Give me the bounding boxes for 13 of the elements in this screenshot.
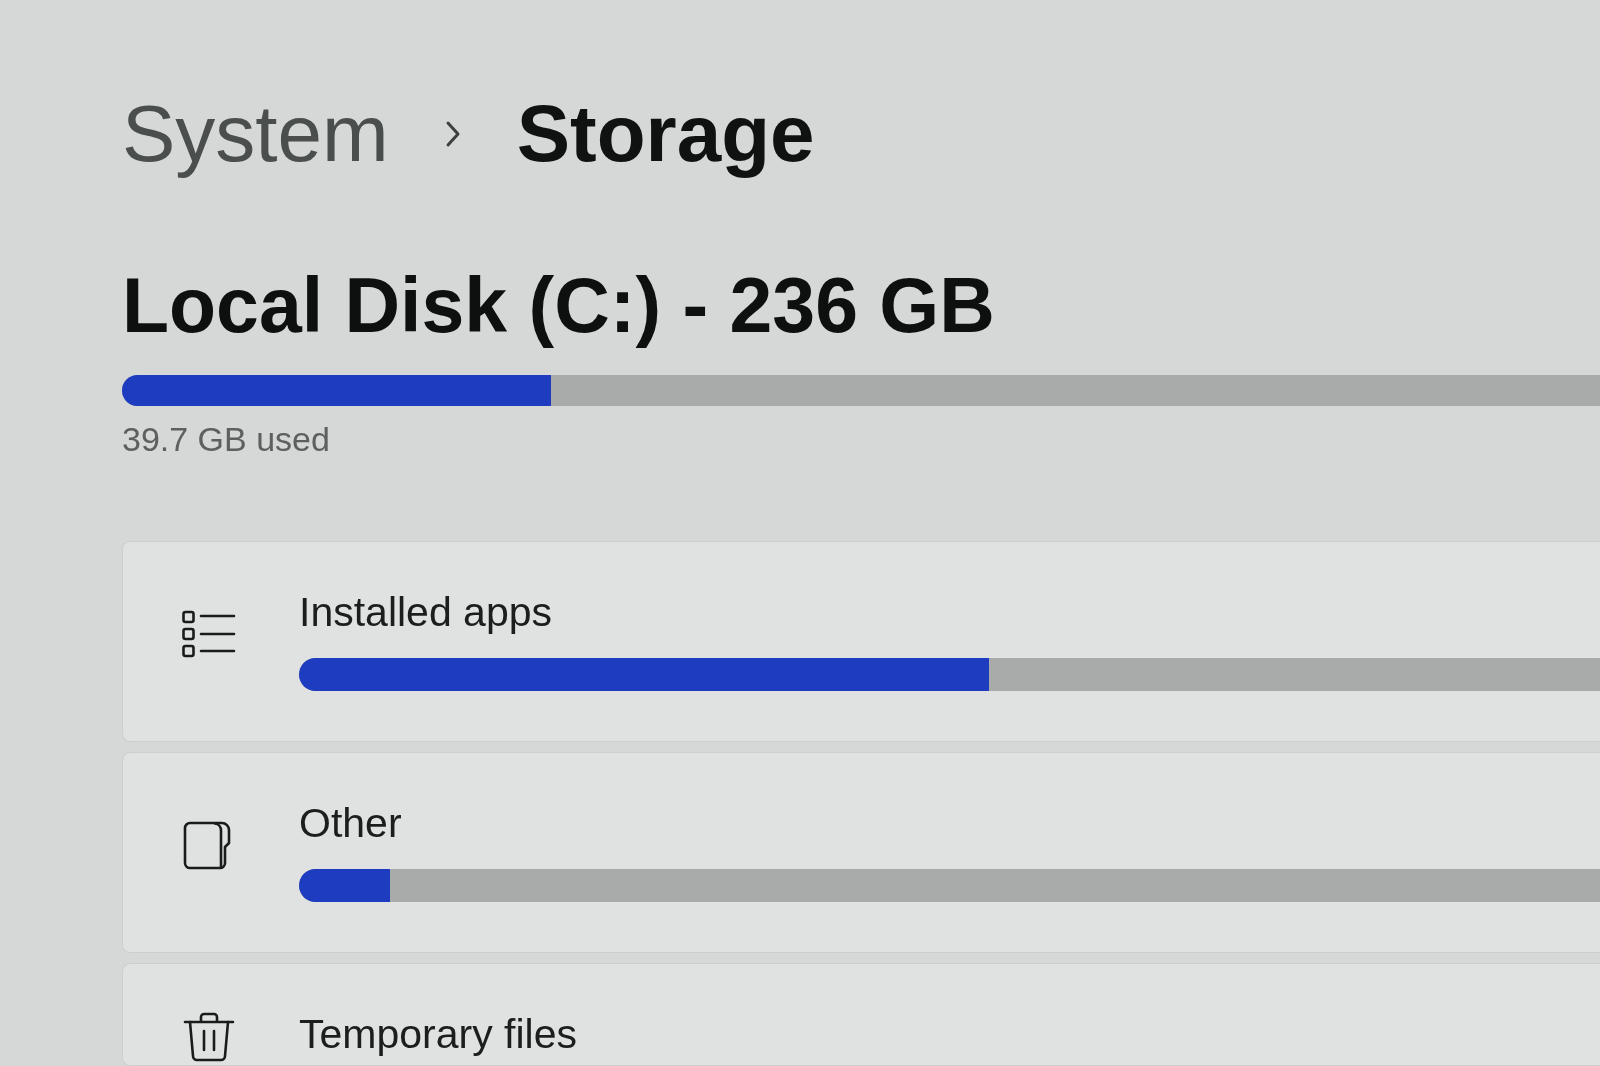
storage-category-card[interactable]: Installed apps xyxy=(122,540,1600,742)
trash-icon xyxy=(182,1012,236,1062)
category-label: Other xyxy=(299,798,403,848)
category-label: Installed apps xyxy=(299,587,553,637)
list-icon xyxy=(182,609,236,660)
storage-category-card[interactable]: Other xyxy=(122,751,1600,953)
breadcrumb-link[interactable]: System xyxy=(122,86,389,182)
drive-title: Local Disk (C:) - 236 GB xyxy=(122,261,996,350)
category-label: Temporary files xyxy=(299,1010,578,1059)
page-title: Storage xyxy=(516,88,815,180)
chevron-right-icon xyxy=(444,120,461,148)
used-space-text: 39.7 GB used xyxy=(122,418,331,460)
storage-category-card[interactable]: Temporary files xyxy=(122,963,1600,1066)
